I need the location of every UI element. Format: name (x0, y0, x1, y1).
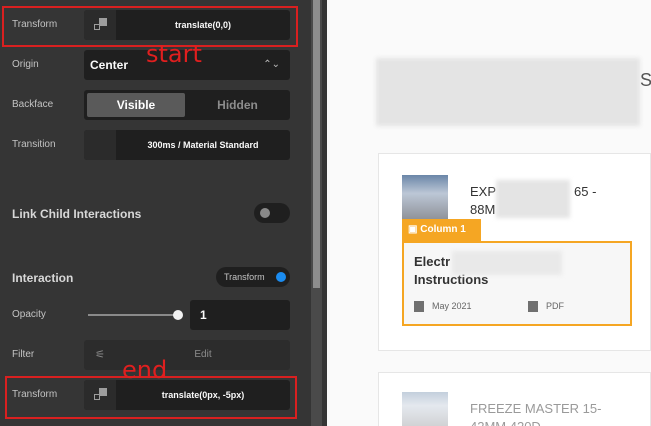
opacity-slider-thumb[interactable] (173, 310, 183, 320)
origin-value: Center (90, 58, 129, 72)
heading-fragment: S (640, 70, 651, 90)
column-block[interactable]: Electr Instructions May 2021 PDF (402, 241, 632, 326)
sliders-icon: ⚟ (95, 349, 105, 361)
scrollbar-thumb[interactable] (313, 0, 320, 288)
blurred-column-title (452, 251, 562, 275)
filter-label: Filter (12, 349, 35, 360)
column-icon: ▣ (408, 224, 421, 235)
date-meta: May 2021 (414, 301, 472, 313)
opacity-label: Opacity (12, 309, 46, 320)
product-image-2 (402, 392, 448, 426)
annotation-end-text: end (122, 356, 168, 384)
backface-segmented-control: Visible Hidden (84, 90, 290, 120)
file-meta: PDF (528, 301, 564, 313)
blurred-heading (376, 58, 640, 126)
transition-value[interactable]: 300ms / Material Standard (116, 130, 290, 160)
annotation-start-text: start (146, 40, 202, 68)
status-dot-icon (276, 272, 286, 282)
backface-visible-option[interactable]: Visible (87, 93, 185, 117)
calendar-icon (414, 301, 424, 313)
backface-hidden-option[interactable]: Hidden (188, 93, 287, 117)
opacity-slider-track[interactable] (88, 314, 180, 316)
origin-label: Origin (12, 59, 39, 70)
column-tag[interactable]: ▣ Column 1 (402, 219, 481, 241)
interaction-trigger-pill[interactable]: Transform (216, 267, 290, 287)
interaction-heading: Interaction (12, 271, 74, 285)
opacity-input[interactable]: 1 (190, 300, 290, 330)
product-title-line2: 88M (470, 202, 496, 217)
panel-scrollbar[interactable] (311, 0, 322, 426)
column-date: May 2021 (432, 301, 472, 311)
product-image (402, 175, 448, 221)
product2-title-line1: FREEZE MASTER 15- (470, 401, 602, 416)
opacity-value: 1 (200, 308, 207, 322)
transition-row: Transition 300ms / Material Standard (0, 125, 300, 165)
product-title-end: 65 - (574, 184, 597, 199)
blurred-title (496, 180, 570, 218)
column-title-start: Electr (414, 254, 451, 269)
link-child-interactions-label: Link Child Interactions (12, 207, 142, 221)
file-icon (528, 301, 538, 313)
interaction-trigger-label: Transform (224, 272, 265, 282)
filter-field[interactable]: ⚟ Edit (84, 340, 290, 370)
column-file-type: PDF (546, 301, 564, 311)
select-arrows-icon: ⌃⌄ (263, 59, 280, 70)
product-title-start: EXP (470, 184, 497, 199)
product2-title-line2: 42MM 420D (470, 418, 541, 426)
toggle-knob (260, 208, 270, 218)
transition-label: Transition (12, 139, 56, 150)
link-child-interactions-toggle[interactable] (254, 203, 290, 223)
transition-field[interactable]: 300ms / Material Standard (84, 130, 290, 160)
transition-easing-icon[interactable] (84, 130, 116, 160)
column-tag-label: Column 1 (420, 224, 466, 235)
backface-label: Backface (12, 99, 54, 110)
backface-row: Backface Visible Hidden (0, 85, 300, 125)
